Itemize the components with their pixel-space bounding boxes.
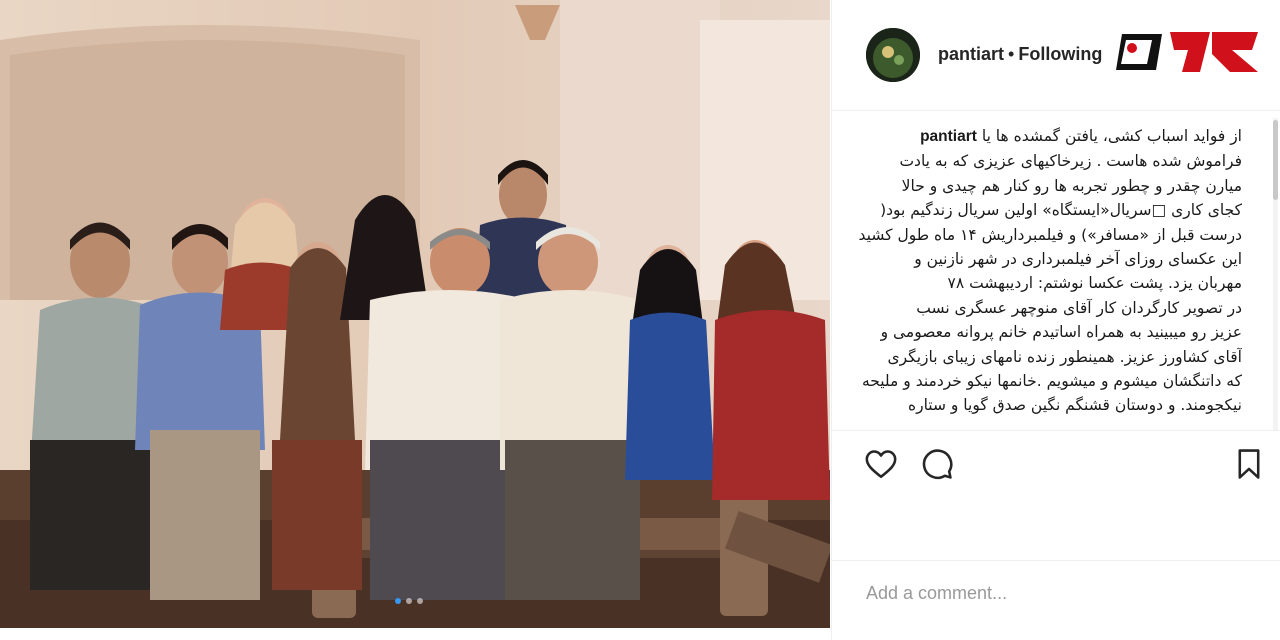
caption-line: آقای کشاورز عزیز. همینطور زنده نامهای زی…: [887, 347, 1242, 366]
follow-button[interactable]: Following: [1018, 44, 1102, 64]
rokna-logo: [1112, 20, 1262, 84]
bookmark-icon[interactable]: [1232, 447, 1266, 481]
post-caption: از فواید اسباب کشی، یافتن گمشده ها یا pa…: [856, 124, 1242, 430]
heart-icon[interactable]: [864, 447, 898, 481]
caption-text: از فواید اسباب کشی، یافتن گمشده ها یا: [981, 127, 1242, 145]
caption-scroll-thumb[interactable]: [1273, 120, 1278, 200]
carousel-dot-1[interactable]: [395, 598, 401, 604]
caption-line: نیکجومند. و دوستان قشنگم نگین صدق گویا و…: [907, 396, 1242, 415]
caption-line: فراموش شده هاست . زیرخاکیهای عزیزی که به…: [899, 152, 1242, 171]
caption-line: میارن چقدر و چطور تجربه ها رو کنار هم چی…: [901, 176, 1242, 195]
user-row: pantiart • Following: [938, 44, 1102, 65]
carousel-dot-3[interactable]: [417, 598, 423, 604]
caption-line: که داتنگشان میشوم و میشویم .خانمها نیکو …: [861, 372, 1242, 391]
caption-line: درست قبل از «مسافر») و فیلمبرداریش ۱۴ ما…: [858, 225, 1242, 244]
caption-username[interactable]: pantiart: [920, 128, 977, 145]
photo-illustration: [0, 0, 830, 628]
carousel-indicator[interactable]: [395, 598, 423, 604]
carousel-dot-2[interactable]: [406, 598, 412, 604]
post-header: pantiart • Following: [832, 0, 1280, 111]
username-link[interactable]: pantiart: [938, 44, 1004, 64]
comment-bar: [832, 560, 1280, 625]
post-photo[interactable]: [0, 0, 830, 628]
caption-line: عزیز رو میبینید به همراه اساتیدم خانم پر…: [880, 323, 1242, 342]
comment-input[interactable]: [864, 579, 1258, 607]
caption-line: در تصویر کارگردان کار آقای منوچهر عسگری …: [916, 298, 1242, 317]
avatar[interactable]: [866, 28, 920, 82]
caption-line: این عکسای روزای آخر فیلمبرداری در شهر نا…: [914, 250, 1242, 269]
post-side-panel: pantiart • Following از فواید اسباب کشی، ی…: [831, 0, 1280, 640]
caption-line: کجای کاری □سریال«ایستگاه» اولین سریال زن…: [880, 201, 1242, 220]
post-actions: [832, 430, 1280, 491]
speech-bubble-icon[interactable]: [920, 447, 954, 481]
caption-line: مهربان یزد. پشت عکسا نوشتم: اردیبهشت ۷۸: [947, 274, 1242, 293]
separator: •: [1008, 44, 1015, 64]
caption-line: از فواید اسباب کشی، یافتن گمشده ها یا pa…: [856, 124, 1242, 149]
